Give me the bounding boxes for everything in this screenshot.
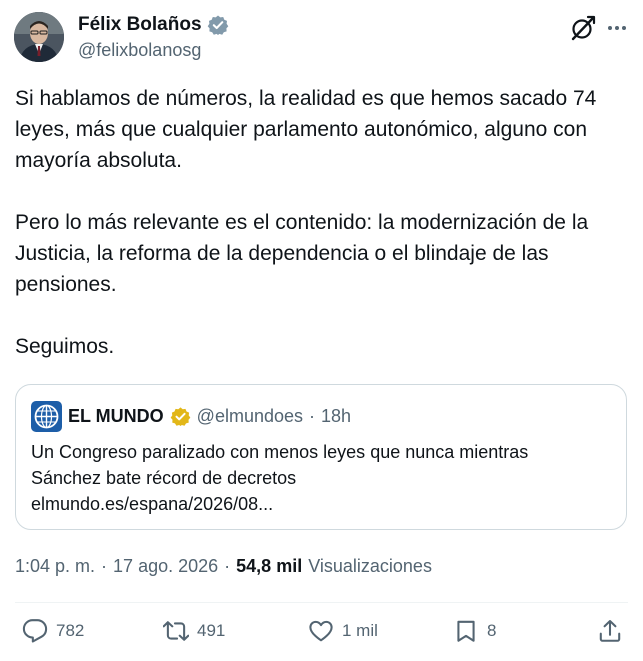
like-button[interactable]: 1 mil (308, 618, 378, 644)
verified-gold-badge-icon[interactable] (170, 406, 191, 427)
quoted-link[interactable]: elmundo.es/espana/2026/08... (31, 491, 611, 517)
tweet-paragraph: Seguimos. (15, 335, 115, 358)
reply-count: 782 (56, 621, 85, 640)
quoted-text-line: Sánchez bate récord de decretos (31, 468, 297, 488)
quoted-text-line: Un Congreso paralizado con menos leyes q… (31, 442, 529, 462)
bookmark-button[interactable]: 8 (453, 618, 496, 644)
views-label: Visualizaciones (308, 556, 432, 576)
el-mundo-logo[interactable] (31, 401, 62, 432)
author-avatar[interactable] (14, 12, 64, 62)
quoted-separator: · (309, 406, 316, 426)
repost-button[interactable]: 491 (163, 618, 225, 644)
action-bar: 782 491 1 mil 8 (22, 618, 623, 650)
tweet-paragraph: Pero lo más relevante es el contenido: l… (15, 211, 595, 296)
views-count: 54,8 mil (236, 556, 303, 576)
like-count: 1 mil (342, 621, 378, 640)
tweet-date[interactable]: 17 ago. 2026 (113, 556, 218, 577)
tweet-time[interactable]: 1:04 p. m. (15, 556, 95, 577)
share-button[interactable] (597, 618, 623, 644)
tweet-header: Félix Bolaños @felixbolanosg (14, 12, 629, 64)
quoted-tweet-card[interactable]: EL MUNDO @elmundoes · 18h Un Congreso pa… (15, 384, 627, 530)
bookmark-icon (457, 620, 475, 642)
meta-separator: · (101, 556, 108, 576)
author-names: Félix Bolaños @felixbolanosg (78, 13, 229, 61)
verified-gray-badge-icon[interactable] (207, 14, 229, 36)
repost-icon (163, 621, 189, 641)
meta-separator: · (224, 556, 231, 576)
quoted-timestamp[interactable]: 18h (321, 406, 351, 427)
more-options-icon[interactable] (605, 16, 629, 40)
avatar-photo (14, 12, 64, 62)
heart-icon (309, 620, 333, 642)
quoted-tweet-text: Un Congreso paralizado con menos leyes q… (31, 439, 611, 517)
quoted-author-handle[interactable]: @elmundoes (197, 406, 303, 427)
reply-button[interactable]: 782 (22, 618, 84, 644)
share-icon (599, 620, 621, 642)
author-handle[interactable]: @felixbolanosg (78, 40, 229, 61)
divider (15, 602, 628, 603)
tweet-metadata: 1:04 p. m. · 17 ago. 2026 · 54,8 mil Vis… (15, 556, 432, 577)
repost-count: 491 (197, 621, 226, 640)
grok-icon[interactable] (569, 14, 597, 42)
reply-icon (22, 619, 48, 643)
quoted-tweet-header: EL MUNDO @elmundoes · 18h (31, 401, 351, 432)
bookmark-count: 8 (487, 621, 497, 640)
quoted-author-name[interactable]: EL MUNDO (68, 406, 164, 427)
tweet-text: Si hablamos de números, la realidad es q… (15, 83, 635, 362)
author-display-name[interactable]: Félix Bolaños (78, 14, 202, 36)
tweet-paragraph: Si hablamos de números, la realidad es q… (15, 87, 603, 172)
